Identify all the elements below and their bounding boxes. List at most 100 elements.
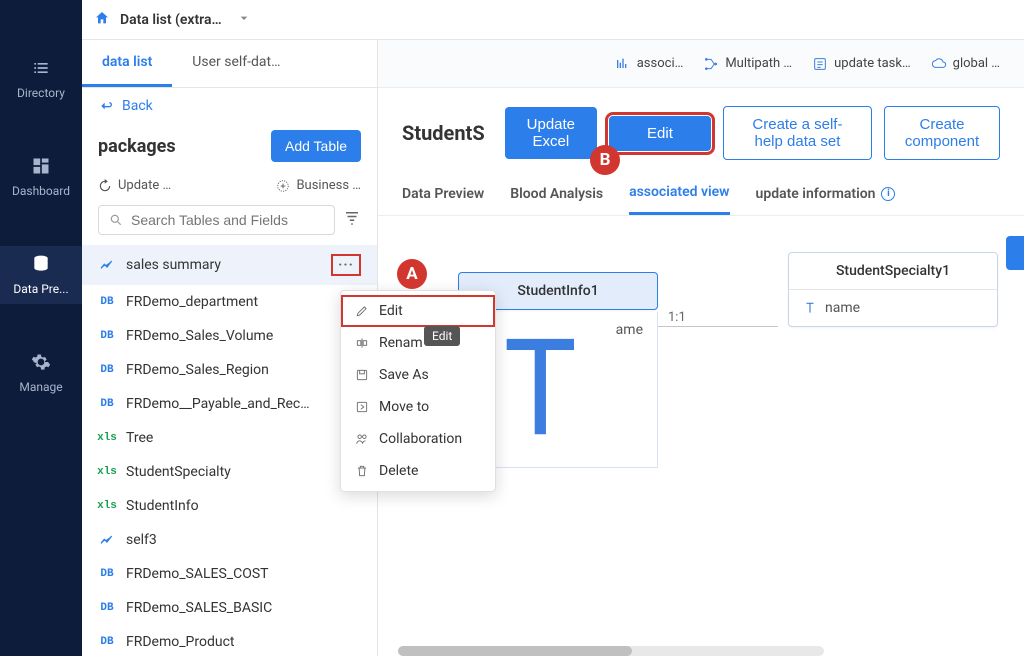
home-icon[interactable] [94,10,110,30]
ctx-collab[interactable]: Collaboration [341,423,495,455]
list-item[interactable]: xls Tree [82,421,377,455]
tab-self-data[interactable]: User self-dat… [172,40,300,87]
back-label: Back [122,98,153,114]
nav-manage-label: Manage [19,380,62,394]
xls-icon: xls [98,500,116,512]
list-item-label: FRDemo__Payable_and_Rec… [126,396,361,412]
ctx-edit[interactable]: Edit [341,295,495,327]
info-icon: i [881,187,895,201]
list-item-label: FRDemo_SALES_BASIC [126,600,361,616]
ctx-saveas[interactable]: Save As [341,359,495,391]
ctx-rename[interactable]: Renam [341,327,495,359]
more-button[interactable]: ··· [331,254,361,276]
connector-line [658,326,778,327]
nav-manage[interactable]: Manage [0,344,82,402]
toolbar-associ[interactable]: associ… [615,56,684,72]
nav-directory[interactable]: Directory [0,50,82,108]
list-item[interactable]: self3 [82,523,377,557]
chart-icon [98,532,116,548]
list-item[interactable]: sales summary ··· [82,245,377,285]
pencil-icon [355,304,369,318]
list-item-label: FRDemo_Product [126,634,361,650]
diagram-node-studentspecialty[interactable]: StudentSpecialty1 name [788,252,998,327]
search-input-wrap[interactable] [98,205,335,235]
db-icon: DB [98,330,116,342]
nav-rail: Directory Dashboard Data Pre... Manage [0,0,82,656]
ctx-delete[interactable]: Delete [341,455,495,487]
db-icon: DB [98,636,116,648]
list-item-label: Tree [126,430,361,446]
breadcrumb-bar: Data list (extra… [82,0,1024,40]
list-item[interactable]: DB FRDemo__Payable_and_Rec… [82,387,377,421]
packages-heading: packages [98,136,176,157]
chevron-down-icon[interactable] [236,10,252,30]
xls-icon: xls [98,466,116,478]
move-icon [355,400,369,414]
subtab-update[interactable]: update informationi [756,172,896,215]
filter-icon[interactable] [343,209,361,231]
toolbar-updatetask[interactable]: update task… [812,56,911,72]
subtab-assoc[interactable]: associated view [629,172,729,215]
page-title: Data list (extra… [120,12,222,28]
dashboard-icon [31,156,51,176]
db-icon: DB [98,364,116,376]
nav-data-prepare[interactable]: Data Pre... [0,246,82,304]
database-icon [31,254,51,274]
relation-icon [615,56,631,72]
create-self-button[interactable]: Create a self-help data set [723,106,872,160]
xls-icon: xls [98,432,116,444]
back-link[interactable]: Back [82,88,377,124]
ctx-moveto[interactable]: Move to [341,391,495,423]
chart-icon [98,257,116,273]
db-icon: DB [98,568,116,580]
db-icon: DB [98,602,116,614]
business-link[interactable]: Business … [276,178,361,193]
list-item-label: FRDemo_department [126,294,361,310]
list-item[interactable]: DB FRDemo_Sales_Volume [82,319,377,353]
multipath-icon [703,56,719,72]
nav-dashboard-label: Dashboard [12,184,70,198]
search-input[interactable] [131,212,324,228]
table-list[interactable]: sales summary···DBFRDemo_departmentDBFRD… [82,245,377,656]
toolbar-multipath[interactable]: Multipath … [703,56,792,72]
right-handle[interactable] [1006,236,1024,270]
list-item-label: sales summary [126,257,321,273]
badge-b: B [590,145,620,175]
add-table-button[interactable]: Add Table [271,130,361,162]
horizontal-scrollbar[interactable] [398,646,824,656]
nav-dashboard[interactable]: Dashboard [0,148,82,206]
list-item[interactable]: DB FRDemo_Sales_Region [82,353,377,387]
create-component-button[interactable]: Create component [884,106,1000,160]
list-item[interactable]: DBFRDemo_department [82,285,377,319]
list-item[interactable]: DB FRDemo_Product [82,625,377,656]
update-excel-button[interactable]: Update Excel [505,107,597,159]
badge-a: A [397,259,427,289]
task-icon [812,56,828,72]
list-item[interactable]: DB FRDemo_SALES_BASIC [82,591,377,625]
gear-icon [31,352,51,372]
back-icon [98,98,114,114]
list-item[interactable]: xlsStudentInfo [82,489,377,523]
update-link[interactable]: Update … [98,178,171,193]
toolbar-global[interactable]: global … [931,56,1000,72]
list-item-label: FRDemo_Sales_Volume [126,328,361,344]
list-item[interactable]: DBFRDemo_SALES_COST [82,557,377,591]
people-icon [355,432,369,446]
db-icon: DB [98,398,116,410]
nav-data-label: Data Pre... [13,282,68,296]
relation-label: 1:1 [668,310,686,325]
main-toolbar: associ… Multipath … update task… global … [378,40,1024,88]
search-icon [109,213,123,227]
list-item-label: self3 [126,532,361,548]
list-item-label: FRDemo_Sales_Region [126,362,361,378]
edit-button[interactable]: Edit [609,116,711,151]
save-icon [355,368,369,382]
tab-data-list[interactable]: data list [82,40,172,87]
subtab-blood[interactable]: Blood Analysis [510,172,603,215]
list-icon [31,58,51,78]
trash-icon [355,464,369,478]
subtab-preview[interactable]: Data Preview [402,172,484,215]
list-item[interactable]: xlsStudentSpecialty [82,455,377,489]
dataset-title: StudentS [402,121,485,145]
nav-directory-label: Directory [17,86,65,100]
